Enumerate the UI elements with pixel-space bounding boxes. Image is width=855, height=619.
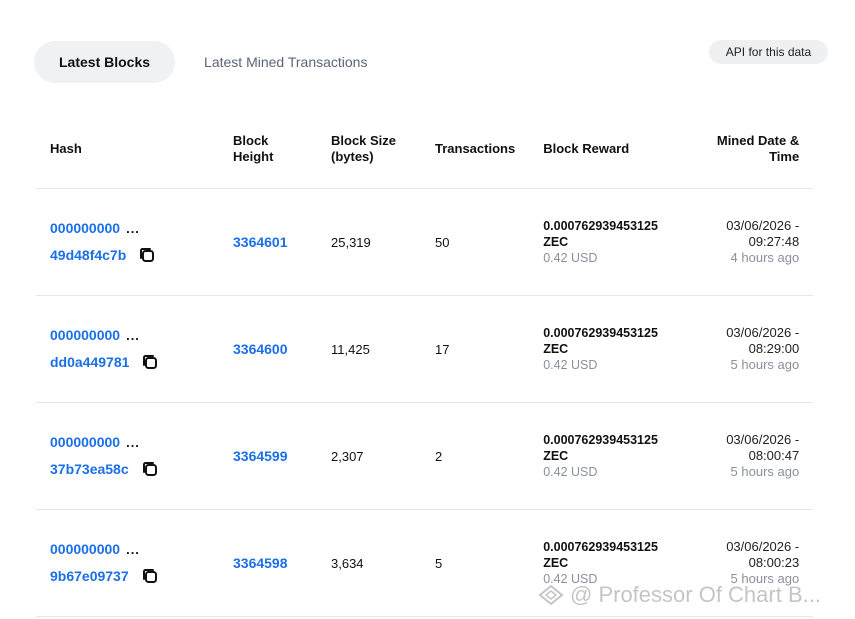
watermark-text: @ Professor Of Chart B...	[570, 582, 821, 607]
watermark: @ Professor Of Chart B...	[538, 582, 821, 608]
transactions-cell: 2	[421, 403, 530, 510]
column-header-hash: Hash	[36, 110, 219, 189]
mined-time: 08:00:47	[748, 448, 800, 463]
hash-ellipsis: ...	[126, 541, 140, 557]
copy-icon[interactable]	[141, 460, 159, 478]
block-height-cell: 3364600	[219, 296, 317, 403]
reward-amount: 0.000762939453125	[543, 326, 658, 340]
block-size-cell: 25,319	[317, 189, 421, 296]
hash-prefix-link[interactable]: 000000000	[50, 541, 120, 557]
mined-time: 08:00:23	[748, 555, 800, 570]
reward-unit: ZEC	[543, 556, 569, 570]
copy-icon[interactable]	[141, 353, 159, 371]
hash-suffix-link[interactable]: dd0a449781	[50, 354, 129, 370]
mined-date-cell: 03/06/2026 - 08:00:47 5 hours ago	[677, 403, 814, 510]
reward-unit: ZEC	[543, 235, 569, 249]
hash-cell: 000000000 ... 37b73ea58c	[36, 403, 219, 510]
tab-bar: Latest Blocks Latest Mined Transactions	[34, 41, 392, 83]
table-header-row: Hash Block Height Block Size (bytes) Tra…	[36, 110, 814, 189]
hash-cell: 000000000 ... 9b67e09737	[36, 510, 219, 617]
mined-ago: 4 hours ago	[730, 250, 800, 265]
column-header-block-size: Block Size (bytes)	[317, 110, 421, 189]
block-height-link[interactable]: 3364601	[233, 234, 288, 250]
transactions-cell: 5	[421, 510, 530, 617]
column-header-transactions: Transactions	[421, 110, 530, 189]
mined-time: 09:27:48	[748, 234, 800, 249]
mined-ago: 5 hours ago	[730, 464, 800, 479]
hash-suffix-link[interactable]: 9b67e09737	[50, 568, 129, 584]
mined-date: 03/06/2026 -	[726, 539, 800, 554]
tab-latest-mined-transactions[interactable]: Latest Mined Transactions	[179, 41, 392, 83]
copy-icon[interactable]	[141, 567, 159, 585]
copy-icon[interactable]	[138, 246, 156, 264]
block-height-link[interactable]: 3364600	[233, 341, 288, 357]
block-reward-cell: 0.000762939453125 ZEC 0.42 USD	[529, 296, 678, 403]
reward-amount: 0.000762939453125	[543, 540, 658, 554]
reward-unit: ZEC	[543, 449, 569, 463]
hash-prefix-link[interactable]: 000000000	[50, 327, 120, 343]
hash-suffix-link[interactable]: 37b73ea58c	[50, 461, 129, 477]
hash-suffix-link[interactable]: 49d48f4c7b	[50, 247, 126, 263]
column-header-mined-date: Mined Date & Time	[677, 110, 814, 189]
transactions-cell: 17	[421, 296, 530, 403]
reward-usd: 0.42 USD	[543, 358, 598, 372]
reward-amount: 0.000762939453125	[543, 219, 658, 233]
reward-unit: ZEC	[543, 342, 569, 356]
block-height-link[interactable]: 3364598	[233, 555, 288, 571]
table-row: 000000000 ... 49d48f4c7b 3364601 25,319 …	[36, 189, 814, 296]
block-height-cell: 3364599	[219, 403, 317, 510]
mined-date-cell: 03/06/2026 - 09:27:48 4 hours ago	[677, 189, 814, 296]
column-header-block-reward: Block Reward	[529, 110, 678, 189]
table-row: 000000000 ... 37b73ea58c 3364599 2,307 2…	[36, 403, 814, 510]
mined-ago: 5 hours ago	[730, 357, 800, 372]
reward-usd: 0.42 USD	[543, 251, 598, 265]
hash-cell: 000000000 ... 49d48f4c7b	[36, 189, 219, 296]
tab-latest-blocks[interactable]: Latest Blocks	[34, 41, 176, 83]
hash-prefix-link[interactable]: 000000000	[50, 220, 120, 236]
block-size-cell: 3,634	[317, 510, 421, 617]
reward-amount: 0.000762939453125	[543, 433, 658, 447]
blocks-table: Hash Block Height Block Size (bytes) Tra…	[36, 110, 814, 617]
block-height-link[interactable]: 3364599	[233, 448, 288, 464]
block-size-cell: 11,425	[317, 296, 421, 403]
mined-time: 08:29:00	[748, 341, 800, 356]
transactions-cell: 50	[421, 189, 530, 296]
hash-ellipsis: ...	[126, 327, 140, 343]
mined-date-cell: 03/06/2026 - 08:29:00 5 hours ago	[677, 296, 814, 403]
hash-cell: 000000000 ... dd0a449781	[36, 296, 219, 403]
block-size-cell: 2,307	[317, 403, 421, 510]
table-row: 000000000 ... dd0a449781 3364600 11,425 …	[36, 296, 814, 403]
api-data-button[interactable]: API for this data	[709, 40, 828, 64]
block-height-cell: 3364598	[219, 510, 317, 617]
mined-date: 03/06/2026 -	[726, 432, 800, 447]
hash-ellipsis: ...	[126, 220, 140, 236]
reward-usd: 0.42 USD	[543, 465, 598, 479]
mined-date: 03/06/2026 -	[726, 325, 800, 340]
block-height-cell: 3364601	[219, 189, 317, 296]
column-header-block-height: Block Height	[219, 110, 317, 189]
mined-date: 03/06/2026 -	[726, 218, 800, 233]
block-reward-cell: 0.000762939453125 ZEC 0.42 USD	[529, 189, 678, 296]
hash-prefix-link[interactable]: 000000000	[50, 434, 120, 450]
block-reward-cell: 0.000762939453125 ZEC 0.42 USD	[529, 403, 678, 510]
diamond-logo-icon	[538, 584, 564, 606]
hash-ellipsis: ...	[126, 434, 140, 450]
